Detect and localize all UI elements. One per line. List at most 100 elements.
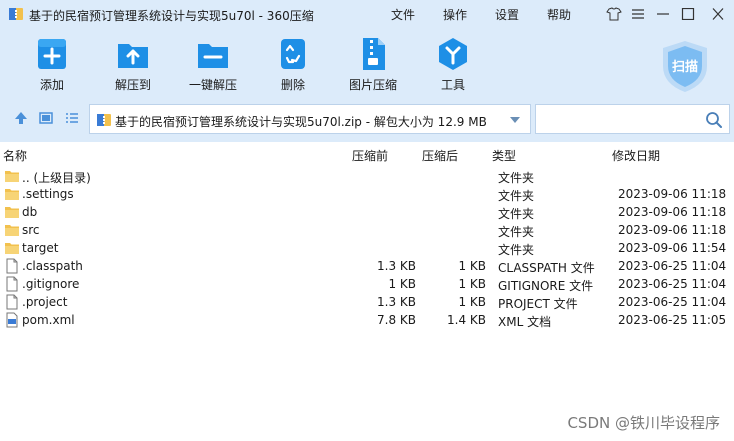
file-date: 2023-06-25 11:04 — [618, 295, 727, 309]
scan-label[interactable]: 扫描 — [657, 56, 713, 75]
col-size-after[interactable]: 压缩后 — [422, 147, 458, 164]
up-arrow-icon[interactable] — [13, 110, 29, 126]
file-packed-size: 1 KB — [458, 259, 486, 273]
search-icon[interactable] — [705, 111, 723, 129]
close-icon[interactable] — [707, 4, 729, 24]
image-compress-button[interactable]: 图片压缩 — [333, 36, 413, 94]
image-compress-icon — [363, 38, 385, 70]
recycle-delete-icon — [281, 39, 305, 69]
delete-label: 删除 — [280, 78, 305, 92]
col-modified[interactable]: 修改日期 — [612, 147, 660, 164]
extract-to-button[interactable]: 解压到 — [93, 36, 173, 94]
file-name: .gitignore — [22, 277, 80, 291]
folder-icon — [5, 207, 19, 218]
maximize-icon[interactable] — [677, 4, 699, 24]
view-mode-icon[interactable] — [38, 110, 54, 126]
delete-button[interactable]: 删除 — [253, 36, 333, 94]
col-type[interactable]: 类型 — [492, 147, 516, 164]
menu-file[interactable]: 文件 — [391, 6, 415, 23]
table-row[interactable]: .settings 文件夹 2023-09-06 11:18 — [0, 185, 734, 203]
file-type: 文件夹 — [498, 243, 535, 257]
file-size: 1.3 KB — [377, 259, 416, 273]
tools-hexagon-icon — [439, 38, 467, 70]
zip-file-icon — [97, 114, 111, 126]
tools-label: 工具 — [440, 78, 465, 92]
file-type: 文件夹 — [498, 171, 535, 185]
file-packed-size: 1 KB — [458, 277, 486, 291]
file-name: db — [22, 205, 38, 219]
menu-operation[interactable]: 操作 — [443, 6, 467, 23]
folder-icon — [5, 225, 19, 236]
file-date: 2023-06-25 11:04 — [618, 277, 727, 291]
file-date: 2023-09-06 11:18 — [618, 205, 727, 219]
add-archive-icon — [38, 39, 66, 69]
file-name: .classpath — [22, 259, 83, 273]
file-packed-size: 1.4 KB — [447, 313, 486, 327]
file-type: PROJECT 文件 — [498, 297, 578, 311]
watermark: CSDN @铁川毕设程序 — [567, 414, 720, 432]
folder-icon — [5, 243, 19, 254]
file-type: XML 文档 — [498, 315, 552, 329]
table-row[interactable]: db 文件夹 2023-09-06 11:18 — [0, 203, 734, 221]
file-type: GITIGNORE 文件 — [498, 279, 594, 293]
file-type: 文件夹 — [498, 207, 535, 221]
table-row[interactable]: .. (上级目录) 文件夹 — [0, 167, 734, 185]
window-title: 基于的民宿预订管理系统设计与实现5u70l - 360压缩 — [29, 9, 314, 23]
table-row[interactable]: src 文件夹 2023-09-06 11:18 — [0, 221, 734, 239]
col-name[interactable]: 名称 — [3, 147, 27, 164]
folder-icon — [5, 189, 19, 200]
one-click-extract-icon — [198, 44, 228, 68]
search-input[interactable] — [535, 104, 730, 134]
table-row[interactable]: target 文件夹 2023-09-06 11:54 — [0, 239, 734, 257]
zip-archive-icon — [9, 8, 23, 20]
file-size: 7.8 KB — [377, 313, 416, 327]
address-bar[interactable]: 基于的民宿预订管理系统设计与实现5u70l.zip - 解包大小为 12.9 M… — [89, 104, 531, 134]
file-name: pom.xml — [22, 313, 75, 327]
folder-icon — [5, 171, 19, 182]
file-size: 1 KB — [388, 277, 416, 291]
file-name: target — [22, 241, 59, 255]
file-name: .project — [22, 295, 68, 309]
minimize-icon[interactable] — [652, 4, 674, 24]
add-label: 添加 — [39, 78, 64, 92]
file-type: 文件夹 — [498, 225, 535, 239]
one-click-extract-label: 一键解压 — [188, 78, 237, 92]
file-date: 2023-09-06 11:18 — [618, 223, 727, 237]
file-date: 2023-09-06 11:18 — [618, 187, 727, 201]
file-date: 2023-06-25 11:04 — [618, 259, 727, 273]
file-icon — [6, 294, 18, 310]
skin-icon[interactable] — [603, 4, 625, 24]
file-type: 文件夹 — [498, 189, 535, 203]
list-view-icon[interactable] — [64, 110, 80, 126]
table-row[interactable]: .classpath 1.3 KB 1 KB CLASSPATH 文件 2023… — [0, 257, 734, 275]
image-compress-label: 图片压缩 — [348, 78, 397, 92]
archive-path: 基于的民宿预订管理系统设计与实现5u70l.zip - 解包大小为 12.9 M… — [115, 115, 487, 129]
menu-icon[interactable] — [627, 4, 649, 24]
file-icon — [6, 258, 18, 274]
file-date: 2023-06-25 11:05 — [618, 313, 727, 327]
col-size-before[interactable]: 压缩前 — [352, 147, 388, 164]
menu-settings[interactable]: 设置 — [495, 6, 519, 23]
column-header: 名称 压缩前 压缩后 类型 修改日期 — [0, 143, 734, 165]
table-row[interactable]: .gitignore 1 KB 1 KB GITIGNORE 文件 2023-0… — [0, 275, 734, 293]
file-list: .. (上级目录) 文件夹 .settings 文件夹 2023-09-06 1… — [0, 167, 734, 329]
file-type: CLASSPATH 文件 — [498, 261, 595, 275]
file-date: 2023-09-06 11:54 — [618, 241, 727, 255]
add-button[interactable]: 添加 — [12, 36, 92, 94]
extract-to-label: 解压到 — [114, 78, 151, 92]
one-click-extract-button[interactable]: 一键解压 — [173, 36, 253, 94]
file-size: 1.3 KB — [377, 295, 416, 309]
table-row[interactable]: pom.xml 7.8 KB 1.4 KB XML 文档 2023-06-25 … — [0, 311, 734, 329]
file-name: src — [22, 223, 40, 237]
xml-file-icon — [6, 312, 18, 328]
menu-help[interactable]: 帮助 — [547, 6, 571, 23]
extract-folder-icon — [118, 44, 148, 68]
file-name: .settings — [22, 187, 74, 201]
tools-button[interactable]: 工具 — [413, 36, 493, 94]
file-packed-size: 1 KB — [458, 295, 486, 309]
file-icon — [6, 276, 18, 292]
chevron-down-icon[interactable] — [509, 116, 521, 124]
title-bar: 基于的民宿预订管理系统设计与实现5u70l - 360压缩 文件 操作 设置 帮… — [0, 0, 734, 28]
file-name: .. (上级目录) — [22, 171, 91, 185]
table-row[interactable]: .project 1.3 KB 1 KB PROJECT 文件 2023-06-… — [0, 293, 734, 311]
